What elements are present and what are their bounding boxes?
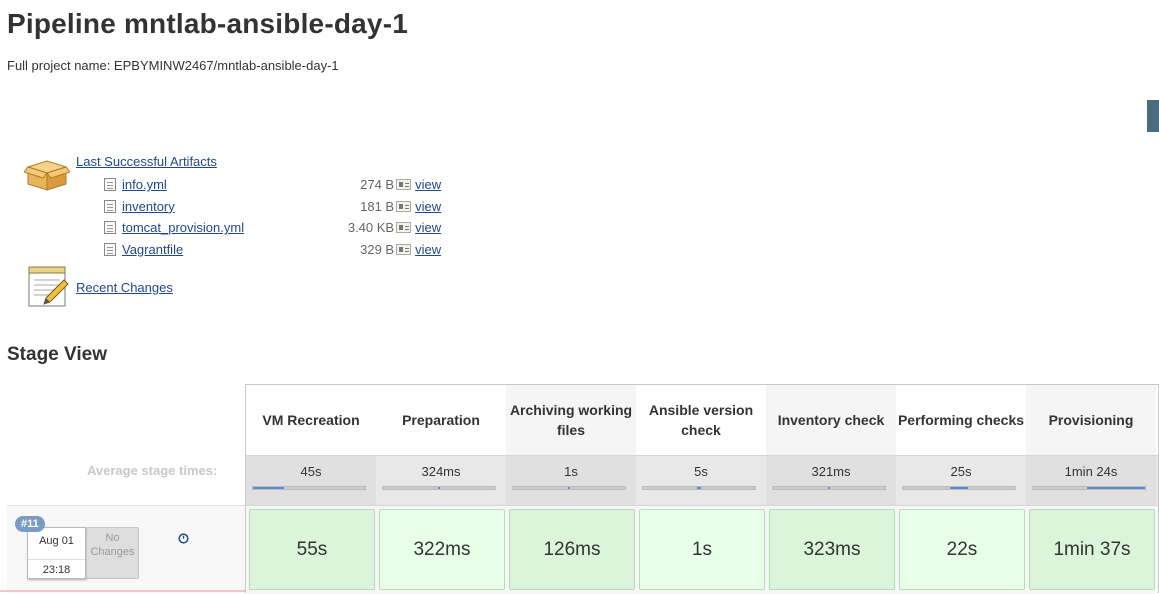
stage-average-time: 5s [694, 464, 708, 479]
stage-run-cell: 1s [636, 506, 766, 594]
stage-run-row: 55s 322ms 126ms 1s 323ms 22s 1min 37s [246, 505, 1158, 594]
stage-average-time: 25s [950, 464, 972, 479]
stage-run-cell: 126ms [506, 506, 636, 594]
artifact-view-link[interactable]: view [415, 199, 441, 214]
average-stage-times-label: Average stage times: [87, 463, 218, 478]
package-box-icon [24, 160, 70, 191]
fingerprint-icon[interactable] [396, 222, 412, 234]
fingerprint-icon[interactable] [396, 243, 412, 255]
stage-average-progress [902, 486, 1016, 490]
stage-average-progress [1032, 486, 1146, 490]
clock-icon[interactable] [178, 533, 189, 544]
build-time: 23:18 [28, 559, 85, 576]
recent-changes-link[interactable]: Recent Changes [76, 280, 173, 295]
fingerprint-icon[interactable] [396, 179, 412, 191]
stage-run-cell: 322ms [376, 506, 506, 594]
stage-average-progress [252, 486, 366, 490]
stage-average-progress [642, 486, 756, 490]
stage-average-progress-fill [950, 487, 968, 489]
build-number-badge[interactable]: #11 [15, 516, 45, 532]
stage-average-progress-fill [437, 487, 441, 489]
artifact-view-link[interactable]: view [415, 177, 441, 192]
file-icon [104, 178, 116, 192]
stage-average-time: 324ms [421, 464, 461, 479]
stage-view-title: Stage View [7, 344, 107, 365]
stage-average-progress-fill [1086, 487, 1145, 489]
artifact-view-link[interactable]: view [415, 220, 441, 235]
stage-run-duration[interactable]: 126ms [509, 509, 635, 590]
stage-header-row: VM Recreation Preparation Archiving workin… [246, 385, 1158, 455]
build-date-box: Aug 01 23:18 [27, 527, 86, 579]
artifact-view-link[interactable]: view [415, 242, 441, 257]
stage-average-time: 1s [564, 464, 578, 479]
stage-average-progress [382, 486, 496, 490]
build-changes-box[interactable]: No Changes [86, 527, 139, 579]
file-icon [104, 199, 116, 213]
stage-average-cell: 321ms [766, 456, 896, 506]
artifact-file-size: 181 B [360, 198, 395, 214]
stage-average-cell: 1s [506, 456, 636, 506]
stage-average-progress-fill [827, 487, 831, 489]
stage-run-cell: 55s [246, 506, 376, 594]
artifact-file-row: tomcat_provision.yml 3.40 KB view [104, 217, 441, 239]
stage-run-cell: 1min 37s [1026, 506, 1156, 594]
stage-average-time: 321ms [811, 464, 851, 479]
stage-header: Archiving working files [506, 385, 636, 455]
stage-run-duration[interactable]: 22s [899, 509, 1025, 590]
stage-run-duration[interactable]: 322ms [379, 509, 505, 590]
last-successful-artifacts-link[interactable]: Last Successful Artifacts [76, 154, 217, 169]
artifact-file-row: info.yml 274 B view [104, 174, 441, 196]
stage-header: Inventory check [766, 385, 896, 455]
build-changes-label: No Changes [90, 532, 135, 558]
stage-header: Provisioning [1026, 385, 1156, 455]
artifact-file-link[interactable]: info.yml [122, 177, 167, 192]
stage-average-row: 45s 324ms 1s 5s 321ms 25s 1min 24s [246, 455, 1158, 506]
full-project-name: Full project name: EPBYMINW2467/mntlab-a… [7, 58, 339, 73]
notepad-icon [28, 266, 69, 307]
stage-run-duration[interactable]: 1min 37s [1029, 509, 1155, 590]
stage-average-cell: 25s [896, 456, 1026, 506]
artifact-file-link[interactable]: Vagrantfile [122, 242, 183, 257]
stage-average-time: 1min 24s [1064, 464, 1118, 479]
artifact-file-row: inventory 181 B view [104, 196, 441, 218]
artifact-files-table: info.yml 274 Bview inventory 181 Bview tomca… [104, 174, 441, 260]
page-title: Pipeline mntlab-ansible-day-1 [7, 8, 408, 39]
stage-view-table: VM Recreation Preparation Archiving workin… [245, 384, 1159, 594]
stage-average-progress [772, 486, 886, 490]
stage-average-cell: 45s [246, 456, 376, 506]
stage-average-progress [512, 486, 626, 490]
stage-header: Preparation [402, 412, 480, 428]
stage-average-cell: 324ms [376, 456, 506, 506]
stage-run-duration[interactable]: 323ms [769, 509, 895, 590]
stage-run-duration[interactable]: 55s [249, 509, 375, 590]
stage-average-cell: 1min 24s [1026, 456, 1156, 506]
artifact-file-link[interactable]: tomcat_provision.yml [122, 220, 244, 235]
stage-average-progress-fill [567, 487, 571, 489]
artifact-file-row: Vagrantfile 329 B view [104, 239, 441, 261]
stage-header: Performing checks [897, 412, 1025, 428]
artifact-file-size: 274 B [360, 177, 395, 193]
stage-average-progress-fill [696, 487, 702, 489]
artifact-file-size: 3.40 KB [347, 220, 395, 236]
stage-average-progress-fill [253, 487, 285, 489]
artifact-file-link[interactable]: inventory [122, 199, 175, 214]
stage-header: Ansible version check [648, 402, 754, 438]
artifact-file-size: 329 B [360, 241, 395, 257]
stage-header: VM Recreation [262, 412, 360, 428]
build-row[interactable]: #11 Aug 01 23:18 No Changes [7, 505, 245, 593]
stage-run-duration[interactable]: 1s [639, 509, 765, 590]
stage-average-time: 45s [300, 464, 322, 479]
build-date: Aug 01 [39, 535, 74, 547]
stage-run-cell: 22s [896, 506, 1026, 594]
file-icon [104, 221, 116, 235]
stage-average-cell: 5s [636, 456, 766, 506]
stage-run-cell: 323ms [766, 506, 896, 594]
fingerprint-icon[interactable] [396, 200, 412, 212]
side-panel-handle[interactable] [1147, 100, 1159, 132]
file-icon [104, 242, 116, 256]
